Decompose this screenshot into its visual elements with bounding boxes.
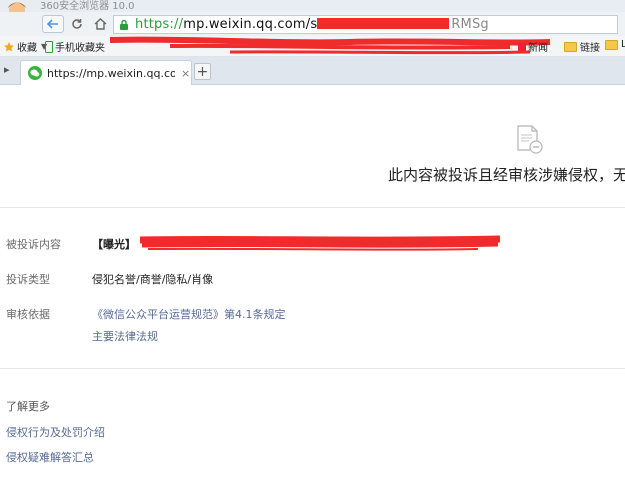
bookmark-news-label: 新闻 — [528, 43, 548, 54]
new-tab-button[interactable]: + — [194, 63, 211, 80]
home-button[interactable] — [92, 15, 108, 33]
complaint-type-label: 投诉类型 — [6, 273, 50, 286]
complaint-type-value: 侵犯名誉/商誉/隐私/肖像 — [92, 273, 214, 286]
complaint-content-label: 被投诉内容 — [6, 238, 61, 251]
blocked-notice: 此内容被投诉且经审核涉嫌侵权，无法 — [388, 166, 625, 184]
star-icon — [4, 41, 14, 51]
bookmark-links-label: 链接 — [580, 43, 600, 54]
title-bar: 360安全浏览器 10.0 — [0, 0, 625, 12]
navigation-bar: https://mp.weixin.qq.com/s RMSg — [0, 12, 625, 36]
back-button[interactable] — [42, 15, 64, 33]
bookmark-more[interactable]: Li — [605, 39, 625, 50]
bookmark-mobile[interactable]: 手机收藏夹 — [45, 39, 105, 54]
phone-icon — [45, 40, 53, 53]
bookmarks-bar: 收藏 ▼ 手机收藏夹 新闻 链接 Li — [0, 36, 625, 57]
window-title: 360安全浏览器 10.0 — [40, 1, 135, 12]
document-blocked-icon — [517, 125, 543, 154]
refresh-button[interactable] — [69, 15, 85, 33]
divider — [0, 207, 625, 208]
bookmark-news[interactable]: 新闻 — [518, 39, 548, 54]
bookmark-favorites-label: 收藏 — [17, 43, 37, 54]
folder-icon — [564, 41, 577, 52]
review-basis-laws-link[interactable]: 主要法律法规 — [92, 328, 158, 344]
review-basis-label: 审核依据 — [6, 308, 50, 321]
url-tail: RMSg — [451, 17, 489, 32]
url-domain: mp.weixin.qq.com/s — [183, 17, 318, 32]
bookmark-favorites[interactable]: 收藏 ▼ — [3, 39, 47, 54]
refresh-icon — [72, 19, 82, 29]
tab-list-chevron-icon[interactable]: ▸ — [4, 63, 10, 76]
folder-icon — [605, 39, 618, 50]
tab-bar: ▸ https://mp.weixin.qq.com/s/m × + — [0, 57, 625, 85]
address-bar[interactable]: https://mp.weixin.qq.com/s RMSg — [113, 15, 618, 34]
bookmark-mobile-label: 手机收藏夹 — [55, 43, 105, 54]
url-protocol: https:// — [135, 17, 184, 32]
url-text: https://mp.weixin.qq.com/s RMSg — [135, 17, 489, 32]
infringement-intro-link[interactable]: 侵权行为及处罚介绍 — [6, 424, 105, 440]
back-arrow-icon — [47, 19, 58, 29]
content-redaction — [139, 235, 501, 251]
wechat-icon — [28, 66, 42, 80]
tab-title: https://mp.weixin.qq.com/s/m — [47, 66, 175, 80]
home-icon — [94, 18, 106, 30]
learn-more-heading: 了解更多 — [6, 400, 50, 413]
news-icon — [518, 42, 526, 51]
url-redaction — [317, 18, 450, 29]
infringement-faq-link[interactable]: 侵权疑难解答汇总 — [6, 449, 94, 465]
lock-icon — [120, 19, 128, 30]
bookmark-links[interactable]: 链接 — [564, 39, 600, 54]
bookmark-more-label: Li — [621, 39, 625, 50]
review-basis-rule-link[interactable]: 《微信公众平台运营规范》第4.1条规定 — [92, 306, 286, 322]
complaint-content-value: 【曝光】 — [92, 238, 136, 251]
tab-active[interactable]: https://mp.weixin.qq.com/s/m × — [20, 60, 192, 85]
divider — [0, 368, 625, 369]
tab-close-button[interactable]: × — [181, 67, 190, 80]
